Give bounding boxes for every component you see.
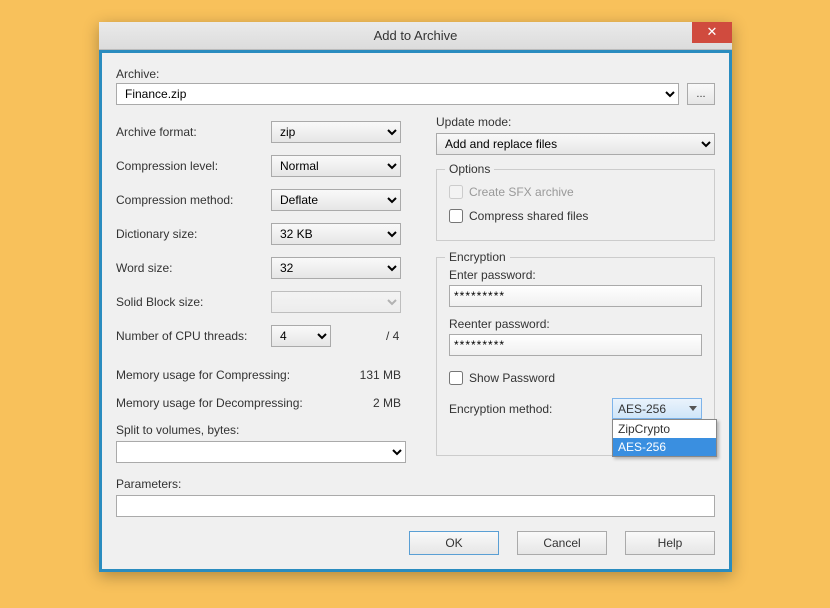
dialog-window: Add to Archive ✕ Archive: Finance.zip ..… bbox=[99, 22, 732, 572]
mem-decompress-label: Memory usage for Decompressing: bbox=[116, 396, 303, 410]
dialog-body: Archive: Finance.zip ... Archive format:… bbox=[102, 53, 729, 569]
create-sfx-checkbox bbox=[449, 185, 463, 199]
mem-compress-value: 131 MB bbox=[360, 368, 401, 382]
solid-block-label: Solid Block size: bbox=[116, 295, 271, 309]
left-column: Archive format: zip Compression level: N… bbox=[116, 115, 406, 463]
compression-method-select[interactable]: Deflate bbox=[271, 189, 401, 211]
encryption-method-dropdown: ZipCrypto AES-256 bbox=[612, 419, 717, 457]
split-volumes-label: Split to volumes, bytes: bbox=[116, 423, 406, 437]
dictionary-size-select[interactable]: 32 KB bbox=[271, 223, 401, 245]
compression-level-select[interactable]: Normal bbox=[271, 155, 401, 177]
encryption-option-aes256[interactable]: AES-256 bbox=[613, 438, 716, 456]
show-password-checkbox[interactable] bbox=[449, 371, 463, 385]
help-button[interactable]: Help bbox=[625, 531, 715, 555]
parameters-input[interactable] bbox=[116, 495, 715, 517]
close-button[interactable]: ✕ bbox=[692, 22, 732, 43]
mem-compress-label: Memory usage for Compressing: bbox=[116, 368, 290, 382]
right-column: Update mode: Add and replace files Optio… bbox=[436, 115, 715, 463]
word-size-select[interactable]: 32 bbox=[271, 257, 401, 279]
cancel-button[interactable]: Cancel bbox=[517, 531, 607, 555]
compression-method-label: Compression method: bbox=[116, 193, 271, 207]
update-mode-label: Update mode: bbox=[436, 115, 715, 129]
compress-shared-checkbox[interactable] bbox=[449, 209, 463, 223]
cpu-threads-total: / 4 bbox=[386, 329, 399, 343]
browse-button[interactable]: ... bbox=[687, 83, 715, 105]
solid-block-select bbox=[271, 291, 401, 313]
encryption-fieldset: Encryption Enter password: Reenter passw… bbox=[436, 257, 715, 456]
compression-level-label: Compression level: bbox=[116, 159, 271, 173]
parameters-label: Parameters: bbox=[116, 477, 715, 491]
reenter-password-input[interactable] bbox=[449, 334, 702, 356]
chevron-down-icon bbox=[689, 406, 697, 411]
close-icon: ✕ bbox=[707, 24, 718, 39]
encryption-option-zipcrypto[interactable]: ZipCrypto bbox=[613, 420, 716, 438]
archive-format-label: Archive format: bbox=[116, 125, 271, 139]
archive-combobox[interactable]: Finance.zip bbox=[116, 83, 679, 105]
update-mode-select[interactable]: Add and replace files bbox=[436, 133, 715, 155]
encryption-legend: Encryption bbox=[445, 250, 510, 264]
enter-password-input[interactable] bbox=[449, 285, 702, 307]
mem-decompress-value: 2 MB bbox=[373, 396, 401, 410]
encryption-method-value: AES-256 bbox=[618, 402, 666, 416]
reenter-password-label: Reenter password: bbox=[449, 317, 702, 331]
ok-button[interactable]: OK bbox=[409, 531, 499, 555]
window-title: Add to Archive bbox=[99, 22, 732, 50]
options-legend: Options bbox=[445, 162, 494, 176]
archive-label: Archive: bbox=[116, 67, 715, 81]
split-volumes-select[interactable] bbox=[116, 441, 406, 463]
dictionary-size-label: Dictionary size: bbox=[116, 227, 271, 241]
options-fieldset: Options Create SFX archive Compress shar… bbox=[436, 169, 715, 241]
cpu-threads-select[interactable]: 4 bbox=[271, 325, 331, 347]
encryption-method-select[interactable]: AES-256 bbox=[612, 398, 702, 419]
create-sfx-label: Create SFX archive bbox=[469, 185, 574, 199]
word-size-label: Word size: bbox=[116, 261, 271, 275]
encryption-method-label: Encryption method: bbox=[449, 402, 604, 416]
compress-shared-label: Compress shared files bbox=[469, 209, 588, 223]
titlebar: Add to Archive ✕ bbox=[99, 22, 732, 50]
show-password-label: Show Password bbox=[469, 371, 555, 385]
archive-format-select[interactable]: zip bbox=[271, 121, 401, 143]
enter-password-label: Enter password: bbox=[449, 268, 702, 282]
cpu-threads-label: Number of CPU threads: bbox=[116, 329, 271, 343]
